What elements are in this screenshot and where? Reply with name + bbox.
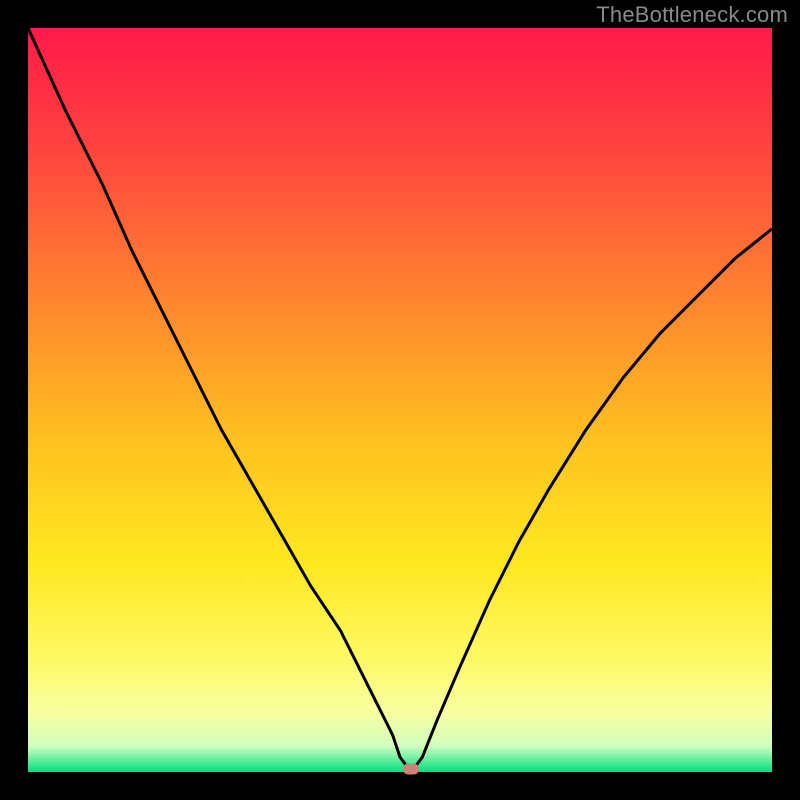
gradient-background (28, 28, 772, 772)
bottleneck-chart (28, 28, 772, 772)
watermark-text: TheBottleneck.com (596, 2, 788, 28)
chart-plot-area (28, 28, 772, 772)
optimal-point-marker (403, 764, 419, 775)
